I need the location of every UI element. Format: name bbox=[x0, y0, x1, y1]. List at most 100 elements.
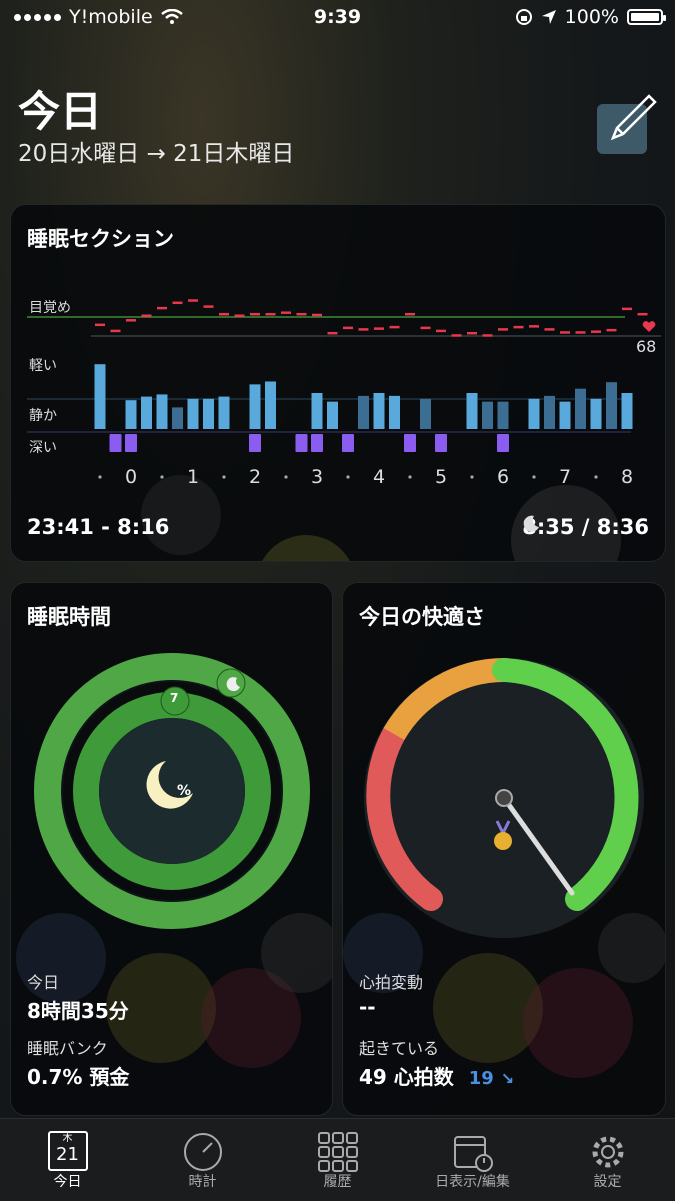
awake-delta: 19 bbox=[468, 1068, 494, 1089]
deep-sleep-block bbox=[249, 434, 261, 452]
movement-bar bbox=[590, 398, 602, 429]
movement-bar bbox=[482, 401, 493, 429]
tab-today[interactable]: 木 21 今日 bbox=[0, 1119, 135, 1201]
grid-icon bbox=[317, 1132, 358, 1172]
deep-sleep-block bbox=[435, 434, 447, 452]
calendar-edit-icon bbox=[453, 1136, 493, 1172]
calendar-day: 21 bbox=[56, 1144, 79, 1165]
sleep-duration-card[interactable]: 睡眠時間 7 % 今日 8時間35分 睡眠バンク 0.7% 預金 bbox=[10, 582, 333, 1116]
tab-label: 履歴 bbox=[323, 1174, 352, 1190]
awake-value: 49 心拍数 bbox=[359, 1065, 454, 1089]
movement-bar bbox=[218, 396, 230, 429]
hrv-label: 心拍変動 bbox=[359, 973, 424, 992]
date-range: 20日水曜日 → 21日木曜日 bbox=[18, 141, 295, 167]
today-duration: 8時間35分 bbox=[27, 999, 129, 1023]
movement-bar bbox=[497, 401, 509, 429]
movement-bar bbox=[466, 393, 478, 429]
pencil-icon bbox=[610, 94, 657, 141]
movement-bar bbox=[575, 388, 586, 429]
hour-tick-dot bbox=[532, 475, 536, 479]
hour-tick-dot bbox=[98, 475, 102, 479]
hour-tick-label: 8 bbox=[621, 466, 633, 488]
status-bar: Y!mobile 9:39 100% bbox=[0, 0, 675, 36]
ring-center-symbol: % bbox=[177, 783, 192, 799]
movement-bar bbox=[172, 407, 183, 429]
page-title: 今日 bbox=[18, 87, 103, 136]
movement-bar bbox=[420, 398, 431, 429]
tab-label: 設定 bbox=[593, 1174, 622, 1190]
gear-decoration bbox=[256, 535, 356, 561]
hrv-value: -- bbox=[359, 995, 376, 1019]
sleep-section-card[interactable]: 睡眠セクション 目覚め 軽い 静か 深い 012345678 68 23:41 … bbox=[10, 204, 666, 562]
sleep-total: 8:35 / 8:36 bbox=[522, 515, 649, 539]
hour-tick-label: 4 bbox=[373, 466, 385, 488]
awake-label: 起きている bbox=[359, 1039, 440, 1058]
deep-sleep-block bbox=[497, 434, 509, 452]
today-label: 今日 bbox=[27, 973, 60, 992]
movement-bar bbox=[203, 398, 214, 429]
sleep-chart: 0 1 2 3 4 5 6 7 8 bbox=[27, 299, 661, 488]
movement-bar bbox=[559, 401, 571, 429]
clock-icon bbox=[183, 1133, 222, 1171]
tab-day-edit[interactable]: 日表示/編集 bbox=[405, 1119, 540, 1201]
comfort-card[interactable]: 今日の快適さ 心拍変動 -- 起きている 49 心拍数 19 ↘ bbox=[342, 582, 666, 1116]
sleep-bank-value: 0.7% 預金 bbox=[27, 1065, 130, 1089]
movement-bar bbox=[311, 393, 323, 429]
moon-icon bbox=[523, 515, 540, 532]
comfort-title: 今日の快適さ bbox=[359, 605, 485, 629]
tab-history[interactable]: 履歴 bbox=[270, 1119, 405, 1201]
movement-bar bbox=[621, 393, 633, 429]
hour-tick-dot bbox=[470, 475, 474, 479]
sleep-bank-label: 睡眠バンク bbox=[27, 1039, 108, 1058]
movement-bar bbox=[187, 398, 199, 429]
sleep-duration-title: 睡眠時間 bbox=[27, 605, 111, 629]
deep-sleep-block bbox=[311, 434, 323, 452]
hour-tick-dot bbox=[408, 475, 412, 479]
calendar-icon: 木 21 bbox=[47, 1131, 88, 1171]
location-icon bbox=[541, 10, 556, 24]
movement-bar bbox=[544, 395, 555, 429]
deep-sleep-block bbox=[295, 434, 308, 452]
tab-label: 日表示/編集 bbox=[435, 1174, 510, 1190]
movement-bar bbox=[141, 396, 152, 429]
tab-label: 時計 bbox=[188, 1174, 217, 1190]
movement-bar bbox=[156, 394, 168, 429]
arrow-down-right-icon: ↘ bbox=[500, 1069, 515, 1088]
tab-clock[interactable]: 時計 bbox=[135, 1119, 270, 1201]
deep-sleep-block bbox=[404, 434, 416, 452]
hour-tick-label: 2 bbox=[249, 466, 261, 488]
hour-tick-label: 1 bbox=[187, 466, 199, 488]
gear-decoration bbox=[523, 968, 633, 1078]
hour-tick-dot bbox=[284, 475, 288, 479]
edit-button[interactable] bbox=[597, 94, 657, 154]
movement-bar bbox=[265, 381, 276, 429]
hour-tick-label: 6 bbox=[497, 466, 509, 488]
rotation-lock-icon bbox=[515, 9, 532, 25]
awake-heart-rate: 49 心拍数 19 ↘ bbox=[359, 1061, 514, 1090]
tab-label: 今日 bbox=[53, 1174, 82, 1190]
gear-icon bbox=[592, 1136, 623, 1168]
hour-tick-dot bbox=[160, 475, 164, 479]
movement-bar bbox=[358, 395, 369, 429]
heart-icon bbox=[642, 321, 656, 332]
movement-bar bbox=[249, 384, 261, 429]
hour-tick-dot bbox=[222, 475, 226, 479]
sleep-ring bbox=[34, 653, 310, 929]
movement-bar bbox=[606, 382, 617, 429]
hour-tick-label: 0 bbox=[125, 466, 137, 488]
tab-bar: 木 21 今日 時計 履歴 日表示/編集 設定 bbox=[0, 1118, 675, 1201]
tab-settings[interactable]: 設定 bbox=[540, 1119, 675, 1201]
hour-tick-dot bbox=[346, 475, 350, 479]
deep-sleep-block bbox=[109, 434, 122, 452]
movement-bar bbox=[373, 393, 385, 429]
movement-bar bbox=[327, 401, 338, 429]
deep-sleep-block bbox=[342, 434, 354, 452]
movement-bar bbox=[125, 400, 137, 429]
deep-sleep-block bbox=[125, 434, 137, 452]
sleep-time-range: 23:41 - 8:16 bbox=[27, 515, 170, 539]
hour-tick-label: 5 bbox=[435, 466, 447, 488]
hour-tick-label: 3 bbox=[311, 466, 323, 488]
hour-tick-dot bbox=[594, 475, 598, 479]
movement-bar bbox=[389, 395, 400, 429]
battery-icon bbox=[627, 9, 666, 25]
